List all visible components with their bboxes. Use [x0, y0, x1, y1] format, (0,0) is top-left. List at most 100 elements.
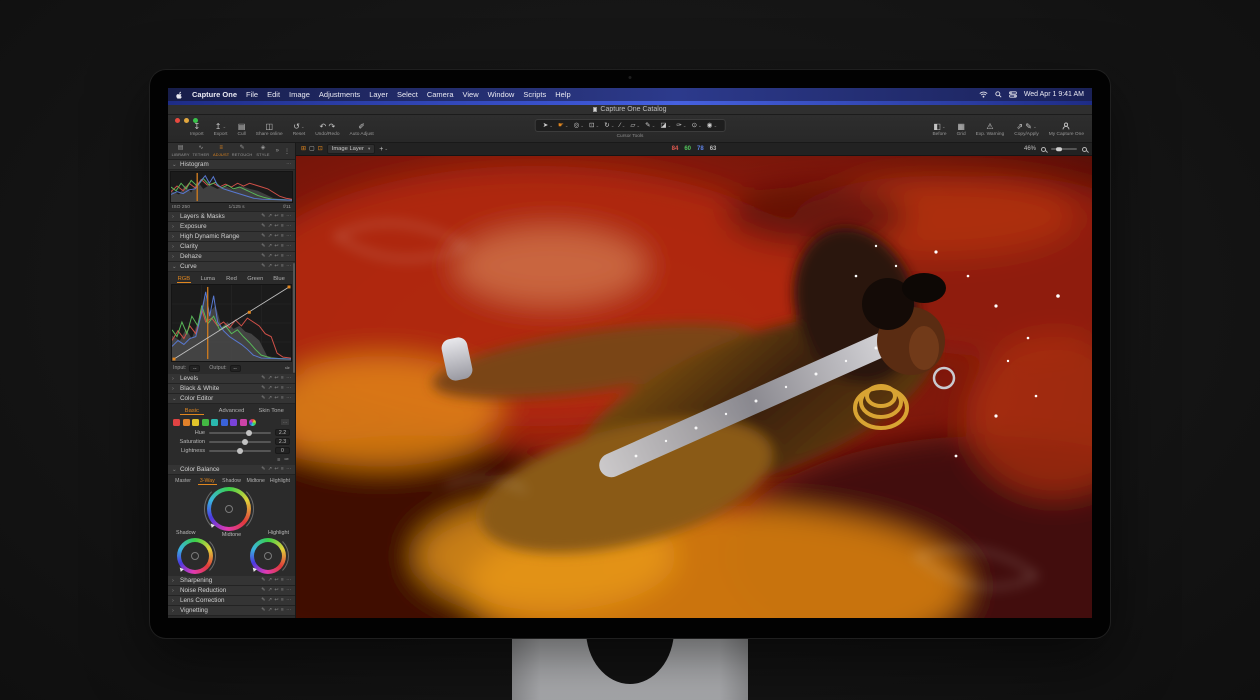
- tab-red[interactable]: Red: [220, 274, 244, 283]
- toolbar-my-capture-one[interactable]: My Capture One: [1049, 122, 1084, 137]
- panel-action-icon[interactable]: ⋯: [286, 396, 291, 402]
- panel-action-icon[interactable]: ⋯: [286, 608, 291, 614]
- panel-action-icon[interactable]: ⋯: [286, 598, 291, 604]
- panel-action-icon[interactable]: ≡: [281, 598, 284, 604]
- tab-highlight[interactable]: Highlight: [268, 476, 292, 485]
- panel-action-icon[interactable]: ↩: [274, 234, 278, 240]
- panel-action-icon[interactable]: ↗: [268, 254, 272, 260]
- panel-action-icon[interactable]: ↩: [274, 264, 278, 270]
- panel-action-icon[interactable]: ≡: [281, 254, 284, 260]
- panel-action-icon[interactable]: ↩: [274, 376, 278, 382]
- tab-midtone[interactable]: Midtone: [244, 476, 268, 485]
- panel-layers-masks[interactable]: ›Layers & Masks✎↗↩≡⋯: [168, 212, 295, 222]
- tab-blue[interactable]: Blue: [267, 274, 291, 283]
- chevron-down-icon[interactable]: ⌄: [683, 123, 687, 129]
- menu-file[interactable]: File: [246, 90, 258, 99]
- panel-action-icon[interactable]: ≡: [281, 376, 284, 382]
- panel-action-icon[interactable]: ↩: [274, 588, 278, 594]
- chevron-down-icon[interactable]: ⌄: [652, 123, 656, 129]
- panel-action-icon[interactable]: ≡: [281, 608, 284, 614]
- tab-tether[interactable]: ∿TETHER: [191, 145, 210, 157]
- menu-window[interactable]: Window: [488, 90, 515, 99]
- menu-camera[interactable]: Camera: [427, 90, 454, 99]
- panel-action-icon[interactable]: ⋯: [286, 376, 291, 382]
- color-swatch-2[interactable]: [192, 419, 199, 426]
- panel-action-icon[interactable]: ≡: [281, 578, 284, 584]
- panel-action-icon[interactable]: ≡: [281, 224, 284, 230]
- toolbar-auto-adjust[interactable]: ✐Auto Adjust: [350, 122, 374, 137]
- panel-histogram-header[interactable]: ⌄ Histogram ⋯: [168, 160, 295, 170]
- toolbar-copy-apply[interactable]: ⇗ ✎⌄Copy/Apply: [1014, 122, 1039, 137]
- panel-clarity[interactable]: ›Clarity✎↗↩≡⋯: [168, 242, 295, 252]
- toolbar-cull[interactable]: ▤Cull: [237, 122, 245, 137]
- chevron-double-icon[interactable]: »: [274, 148, 281, 154]
- slider-hue[interactable]: Hue2.2: [168, 428, 295, 437]
- apple-logo-icon[interactable]: [176, 91, 183, 99]
- panel-noise-reduction[interactable]: ›Noise Reduction✎↗↩≡⋯: [168, 586, 295, 596]
- chevron-down-icon[interactable]: ⌄: [942, 124, 946, 130]
- panel-exposure[interactable]: ›Exposure✎↗↩≡⋯: [168, 222, 295, 232]
- panel-action-icon[interactable]: ✎: [261, 254, 265, 260]
- curve-chart[interactable]: [171, 284, 292, 362]
- panel-color-editor-header[interactable]: ⌄ Color Editor ✎↗↩≡⋯: [168, 394, 295, 404]
- add-layer-button[interactable]: + ⌄: [379, 146, 388, 153]
- panel-action-icon[interactable]: ↗: [268, 588, 272, 594]
- color-swatch-7[interactable]: [240, 419, 247, 426]
- panel-action-icon[interactable]: ⋯: [286, 386, 291, 392]
- cursor-tool-shape-mask-icon[interactable]: ▱⌄: [630, 122, 640, 129]
- panel-action-icon[interactable]: ⋯: [286, 224, 291, 230]
- slider-thumb[interactable]: [242, 439, 248, 445]
- search-icon[interactable]: [995, 91, 1002, 98]
- swatch-more-button[interactable]: ⋯: [280, 418, 290, 426]
- panel-action-icon[interactable]: ↗: [268, 244, 272, 250]
- cursor-tool-select-arrow-icon[interactable]: ➤⌄: [543, 122, 553, 129]
- color-swatch-4[interactable]: [211, 419, 218, 426]
- panel-dehaze[interactable]: ›Dehaze✎↗↩≡⋯: [168, 252, 295, 262]
- toolbar-share-online[interactable]: ◫Share online: [256, 122, 283, 137]
- wifi-icon[interactable]: [979, 91, 988, 98]
- cursor-tool-crop-icon[interactable]: ⊡⌄: [589, 122, 599, 129]
- panel-action-icon[interactable]: ✎: [261, 467, 265, 473]
- cursor-tool-eyedropper-icon[interactable]: ✑⌄: [676, 122, 686, 129]
- panel-action-icon[interactable]: ✎: [261, 396, 265, 402]
- close-button[interactable]: [175, 118, 180, 123]
- slider-track[interactable]: [209, 441, 271, 443]
- color-swatch-0[interactable]: [173, 419, 180, 426]
- toolbar-exp-warning[interactable]: ⚠Exp. Warning: [976, 122, 1005, 137]
- curve-output-value[interactable]: --: [230, 365, 241, 372]
- panel-action-icon[interactable]: ↩: [274, 396, 278, 402]
- sidebar-scrollbar[interactable]: [293, 263, 295, 373]
- more-vert-icon[interactable]: ⋮: [282, 148, 292, 155]
- tab-style[interactable]: ◈STYLE: [253, 145, 272, 157]
- panel-action-icon[interactable]: ✎: [261, 244, 265, 250]
- panel-action-icon[interactable]: ↩: [274, 578, 278, 584]
- color-swatch-8[interactable]: [249, 419, 256, 426]
- control-center-icon[interactable]: [1009, 91, 1017, 98]
- chevron-down-icon[interactable]: ⌄: [698, 123, 702, 129]
- panel-action-icon[interactable]: ↗: [268, 386, 272, 392]
- panel-action-icon[interactable]: ✎: [261, 376, 265, 382]
- toolbar-undo-redo[interactable]: ↶ ↷Undo/Redo: [315, 122, 339, 137]
- window-titlebar[interactable]: Capture One Catalog: [168, 105, 1092, 115]
- chevron-down-icon[interactable]: ⌄: [223, 124, 227, 130]
- panel-action-icon[interactable]: ✎: [261, 224, 265, 230]
- minimize-button[interactable]: [184, 118, 189, 123]
- chevron-down-icon[interactable]: ⌄: [1033, 124, 1037, 130]
- menu-edit[interactable]: Edit: [267, 90, 280, 99]
- panel-action-icon[interactable]: ✎: [261, 588, 265, 594]
- toolbar-export[interactable]: ↥⌄Export: [214, 122, 228, 137]
- menu-adjustments[interactable]: Adjustments: [319, 90, 360, 99]
- curve-input-value[interactable]: --: [189, 365, 200, 372]
- panel-color-balance-header[interactable]: ⌄ Color Balance ✎↗↩≡⋯: [168, 465, 295, 475]
- panel-action-icon[interactable]: ✎: [261, 608, 265, 614]
- slider-track[interactable]: [209, 450, 271, 452]
- chevron-down-icon[interactable]: ⌄: [713, 123, 717, 129]
- menu-view[interactable]: View: [463, 90, 479, 99]
- tab-basic[interactable]: Basic: [172, 406, 212, 415]
- menu-capture-one[interactable]: Capture One: [192, 90, 237, 99]
- panel-action-icon[interactable]: ↩: [274, 224, 278, 230]
- tab-green[interactable]: Green: [243, 274, 267, 283]
- panel-high-dynamic-range[interactable]: ›High Dynamic Range✎↗↩≡⋯: [168, 232, 295, 242]
- panel-curve-header[interactable]: ⌄ Curve ✎↗↩≡⋯: [168, 262, 295, 272]
- panel-action-icon[interactable]: ✎: [261, 386, 265, 392]
